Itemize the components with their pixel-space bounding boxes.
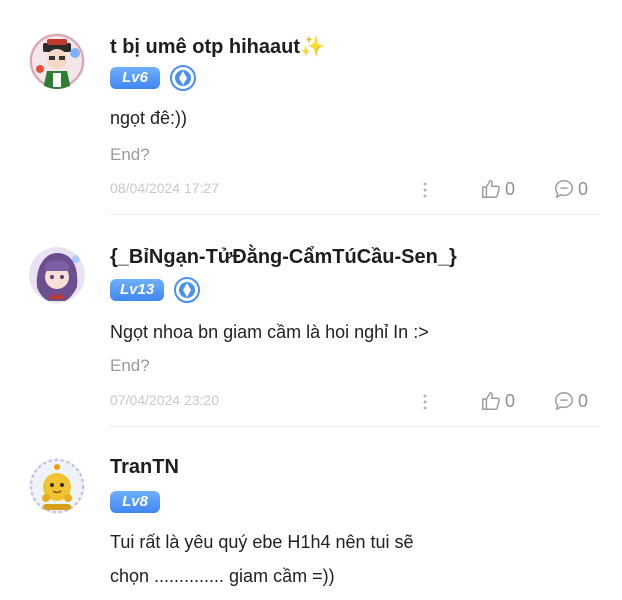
- comment-line: Tui rất là yêu quý ebe H1h4 nên tui sẽ: [110, 532, 414, 552]
- comment-list: t bị umê otp hihaaut✨ Lv6 ngọt đê:)) End…: [0, 0, 622, 600]
- comment-line: Ngọt nhoa bn giam cầm là hoi nghỉ In :>: [110, 322, 429, 342]
- comment-note: End?: [110, 145, 150, 164]
- comment-item: t bị umê otp hihaaut✨ Lv6 ngọt đê:)) End…: [0, 0, 622, 215]
- username[interactable]: {_BỉNgạn-TửĐằng-CẩmTúCầu-Sen_}: [110, 246, 457, 269]
- level-badge: Lv6: [110, 67, 160, 89]
- verified-shield-icon: [170, 65, 196, 91]
- comment-bubble-icon: [555, 180, 573, 198]
- level-badge: Lv8: [110, 491, 160, 513]
- comment-item: TranTN Lv8 Tui rất là yêu quý ebe H1h4 n…: [0, 427, 622, 600]
- more-vertical-icon[interactable]: [420, 180, 430, 200]
- comment-text: ngọt đê:)): [110, 101, 187, 135]
- comment-meta: 07/04/2024 23:20 0 0: [0, 390, 622, 414]
- username[interactable]: t bị umê otp hihaaut✨: [110, 34, 325, 59]
- comment-line: chọn .............. giam cầm =)): [110, 566, 335, 586]
- avatar[interactable]: [29, 33, 85, 89]
- comment-note: End?: [110, 356, 150, 375]
- like-button[interactable]: 0: [480, 178, 515, 200]
- thumbs-up-icon: [482, 180, 500, 198]
- timestamp: 07/04/2024 23:20: [110, 392, 219, 408]
- verified-shield-icon: [174, 277, 201, 303]
- avatar[interactable]: [29, 247, 85, 303]
- reply-button[interactable]: 0: [553, 178, 588, 200]
- like-count: 0: [505, 178, 516, 199]
- comment-text: Tui rất là yêu quý ebe H1h4 nên tui sẽ c…: [110, 525, 414, 593]
- thumbs-up-icon: [482, 392, 500, 410]
- comment-item: {_BỉNgạn-TửĐằng-CẩmTúCầu-Sen_} Lv13 Ngọt…: [0, 215, 622, 427]
- user-badges: Lv6: [110, 65, 196, 91]
- comment-line: ngọt đê:)): [110, 108, 188, 128]
- reply-count: 0: [578, 178, 589, 199]
- username[interactable]: TranTN: [110, 456, 179, 479]
- level-badge: Lv13: [110, 279, 165, 301]
- more-vertical-icon[interactable]: [420, 392, 430, 412]
- avatar[interactable]: [29, 458, 85, 514]
- comment-bubble-icon: [555, 392, 573, 410]
- reply-button[interactable]: 0: [553, 390, 588, 412]
- user-badges: Lv8: [110, 489, 160, 515]
- like-button[interactable]: 0: [480, 390, 515, 412]
- comment-meta: 08/04/2024 17:27 0 0: [0, 178, 622, 202]
- reply-count: 0: [578, 390, 589, 411]
- like-count: 0: [505, 390, 516, 411]
- comment-text: Ngọt nhoa bn giam cầm là hoi nghỉ In :>: [110, 315, 429, 349]
- timestamp: 08/04/2024 17:27: [110, 180, 219, 196]
- user-badges: Lv13: [110, 277, 201, 303]
